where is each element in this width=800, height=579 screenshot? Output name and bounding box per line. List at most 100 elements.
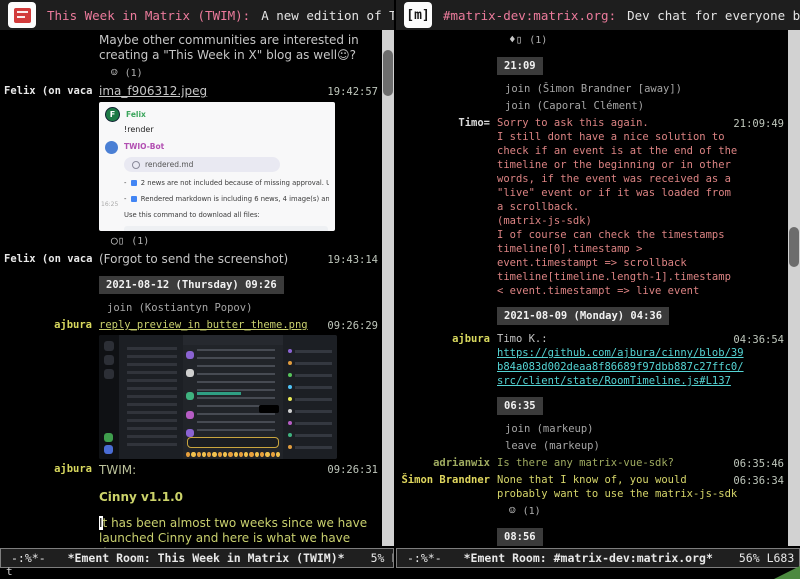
message-sender: Felix (on vaca — [4, 84, 92, 99]
message-link[interactable]: https://github.com/ajbura/cinny/blob/39 … — [497, 346, 784, 388]
screenshot-row: F Felix — [105, 107, 329, 122]
mode-line-buffer-name: *Ement Room: #matrix-dev:matrix.org* — [464, 551, 713, 565]
membership-text: join (Caporal Clément) — [497, 99, 784, 113]
message-sender: Felix (on vaca — [4, 252, 92, 267]
scrollbar-thumb[interactable] — [383, 50, 393, 96]
bot-note-line: - Rendered markdown is including 6 news,… — [124, 192, 329, 206]
mode-line-flags: -:%*- — [407, 551, 442, 565]
message-text: Maybe other communities are interested i… — [99, 33, 378, 63]
message-sender: ajbura — [400, 332, 490, 388]
time-separator-label: 06:35 — [497, 397, 543, 415]
window-twim: This Week in Matrix (TWIM): A new editio… — [0, 0, 394, 568]
screenshot-row: TWIO-Bot — [105, 140, 329, 154]
timestamp: 09:26:31 — [327, 463, 378, 477]
chat-message: Felix (on vaca(Forgot to send the screen… — [4, 252, 378, 267]
timestamp: 06:35:46 — [733, 457, 784, 471]
reaction[interactable]: ☺(1) — [400, 504, 784, 519]
reaction[interactable]: ◯▯ (1) — [4, 234, 378, 249]
info-icon — [131, 196, 137, 202]
timestamp: 04:36:54 — [733, 333, 784, 347]
code-url: https://gnome.modular.im/_matrix/media/r… — [160, 229, 328, 231]
code-command: curl — [139, 229, 155, 231]
message-sender: adrianwix — [400, 456, 490, 470]
date-separator-label: 2021-08-09 (Monday) 04:36 — [497, 307, 669, 325]
reaction[interactable]: ☺(1) — [4, 66, 378, 81]
scrollbar-track[interactable] — [788, 30, 800, 546]
minibuffer[interactable]: t — [0, 566, 800, 579]
chat-message: ajburaTimo K.:https://github.com/ajbura/… — [400, 332, 784, 388]
code-block: 1 curl https://gnome.modular.im/_matrix/… — [124, 226, 328, 231]
username-twio-bot: TWIO-Bot — [124, 140, 164, 154]
header-line-matrix-dev: [m] #matrix-dev:matrix.org: Dev chat for… — [396, 0, 800, 30]
message-text: Sorry to ask this again. I still dont ha… — [497, 116, 784, 298]
scrollbar-thumb[interactable] — [789, 227, 799, 267]
timestamp: 09:26:29 — [327, 319, 378, 333]
time-separator: 08:56 — [400, 522, 784, 548]
time-separator-label: 21:09 — [497, 57, 543, 75]
reaction[interactable]: ♦▯ (1) — [400, 33, 784, 48]
message-body: Maybe other communities are interested i… — [99, 33, 378, 63]
cinny-message-input — [187, 437, 279, 448]
membership-text: join (markeup) — [497, 422, 784, 436]
emacs-frame: This Week in Matrix (TWIM): A new editio… — [0, 0, 800, 579]
paperclip-icon — [132, 161, 140, 169]
attached-image-cinny-screenshot[interactable] — [99, 335, 337, 459]
reply-tooltip — [259, 405, 279, 413]
timestamp: 06:36:34 — [733, 474, 784, 488]
twim-logo — [14, 8, 31, 23]
message-text: t has been almost two weeks since we hav… — [99, 516, 367, 548]
twim-room-avatar-icon — [8, 2, 36, 28]
matrix-logo: [m] — [406, 8, 429, 23]
reaction-count: (1) — [529, 35, 547, 46]
avatar-twio-bot — [105, 141, 118, 154]
reaction-emoji[interactable]: ♦▯ — [509, 33, 522, 46]
chat-message: Šimon BrandnerNone that I know of, you w… — [400, 473, 784, 501]
membership-text: leave (markeup) — [497, 439, 784, 453]
mode-line-position: 5% L38 — [371, 551, 394, 565]
chat-message: Maybe other communities are interested i… — [4, 33, 378, 63]
code-line-number: 1 — [130, 229, 134, 231]
message-heading: Cinny v1.1.0 — [99, 490, 378, 505]
file-attachment-chip: rendered.md — [124, 157, 280, 172]
screenshot-timestamp: 16:25 — [101, 198, 118, 212]
reaction-emoji[interactable]: ☺ — [509, 504, 516, 517]
reaction-emoji[interactable]: ◯▯ — [111, 234, 124, 247]
membership-event: leave (markeup) — [400, 439, 784, 453]
cinny-logo-icon — [104, 445, 113, 454]
mode-line-matrix-dev: -:%*- *Ement Room: #matrix-dev:matrix.or… — [396, 548, 800, 568]
membership-text: join (Šimon Brandner [away]) — [497, 82, 784, 96]
mode-line-buffer-name: *Ement Room: This Week in Matrix (TWIM)* — [68, 551, 345, 565]
room-topic: A new edition of TWIM ev — [261, 8, 394, 23]
window-matrix-dev: [m] #matrix-dev:matrix.org: Dev chat for… — [396, 0, 800, 568]
timestamp: 21:09:49 — [733, 117, 784, 131]
timestamp: 19:42:57 — [327, 85, 378, 99]
avatar-dot — [186, 351, 194, 359]
emoji-row — [186, 452, 280, 457]
scrollbar-track[interactable] — [382, 30, 394, 546]
bot-note-line: - 2 news are not included because of mis… — [124, 176, 329, 190]
chat-message: adrianwixIs there any matrix-vue-sdk?06:… — [400, 456, 784, 470]
message-text: It has been almost two weeks since we ha… — [99, 516, 378, 548]
membership-event: join (Caporal Clément) — [400, 99, 784, 113]
message-sender: Timo= — [400, 116, 490, 298]
chat-message: Timo=Sorry to ask this again. I still do… — [400, 116, 784, 298]
membership-event: join (markeup) — [400, 422, 784, 436]
corner-resize-triangle — [774, 566, 800, 579]
mode-line-twim: -:%*- *Ement Room: This Week in Matrix (… — [0, 548, 394, 568]
reaction-emoji[interactable]: ☺ — [111, 66, 118, 79]
membership-text: join (Kostiantyn Popov) — [99, 301, 378, 315]
avatar-dot — [186, 369, 194, 377]
render-command-text: !render — [124, 123, 329, 137]
chat-message: ajburareply_preview_in_butter_theme.png0… — [4, 318, 378, 332]
date-separator: 2021-08-12 (Thursday) 09:26 — [4, 270, 378, 298]
membership-event: join (Kostiantyn Popov) — [4, 301, 378, 315]
reaction-count: (1) — [131, 236, 149, 247]
attached-image-twio-bot-screenshot[interactable]: F Felix !render TWIO-Bot rendered.md - 2… — [99, 102, 335, 231]
membership-event: join (Šimon Brandner [away]) — [400, 82, 784, 96]
green-space-icon — [104, 433, 113, 442]
time-separator: 21:09 — [400, 51, 784, 79]
room-name: #matrix-dev:matrix.org: — [443, 8, 616, 23]
timestamp: 19:43:14 — [327, 253, 378, 267]
attached-image-row — [4, 335, 378, 459]
bot-note-line: Use this command to download all files: — [124, 208, 329, 222]
